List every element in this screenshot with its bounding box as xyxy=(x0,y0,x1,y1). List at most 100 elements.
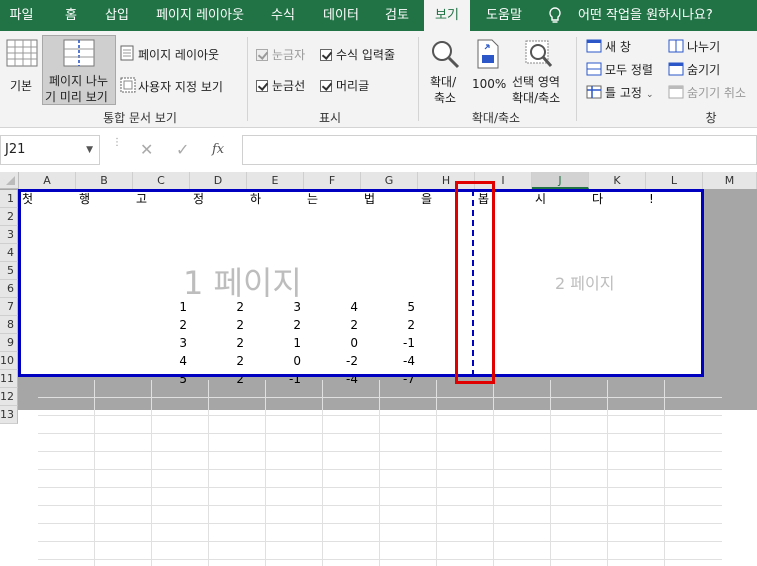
workbook-views-group-label: 통합 문서 보기 xyxy=(103,111,177,125)
group-divider xyxy=(247,37,248,121)
hide-label: 숨기기 xyxy=(687,63,721,77)
row-header-1[interactable]: 1 xyxy=(0,190,18,208)
chevron-down-icon[interactable]: ▼ xyxy=(86,136,93,164)
gridlines-label: 눈금선 xyxy=(272,79,306,93)
zoom-to-selection-label-1: 선택 영역 xyxy=(512,75,560,89)
tab-file[interactable]: 파일 xyxy=(0,0,43,31)
arrange-all-button[interactable]: 모두 정렬 xyxy=(586,61,653,78)
column-header-b[interactable]: B xyxy=(76,172,133,189)
insert-function-icon[interactable]: fx xyxy=(212,140,232,160)
row-header-4[interactable]: 4 xyxy=(0,244,18,262)
page-break-preview-label-1: 페이지 나누 xyxy=(49,74,109,88)
custom-views-button[interactable]: 사용자 지정 보기 xyxy=(120,77,240,95)
row-header-12[interactable]: 12 xyxy=(0,388,18,406)
highlight-box xyxy=(455,181,495,384)
row-header-6[interactable]: 6 xyxy=(0,280,18,298)
row-header-2[interactable]: 2 xyxy=(0,208,18,226)
column-header-m[interactable]: M xyxy=(703,172,757,189)
freeze-panes-button[interactable]: 틀 고정 ⌄ xyxy=(586,84,653,101)
select-all-corner[interactable] xyxy=(0,172,19,189)
zoom-group-label: 확대/축소 xyxy=(471,111,521,125)
zoom-100-button[interactable]: 100% xyxy=(470,37,506,97)
page-break-preview-button[interactable]: 페이지 나누 기 미리 보기 xyxy=(42,35,116,105)
hide-button[interactable]: 숨기기 xyxy=(668,61,720,78)
row-header-7[interactable]: 7 xyxy=(0,298,18,316)
column-header-e[interactable]: E xyxy=(247,172,304,189)
tab-insert[interactable]: 삽입 xyxy=(96,0,138,31)
ribbon: 기본 페이지 나누 기 미리 보기 페이지 레이아웃 사용자 지정 보기 통합 … xyxy=(0,31,757,128)
zoom-100-label: 100% xyxy=(472,77,507,91)
row-header-13[interactable]: 13 xyxy=(0,406,18,424)
freeze-panes-icon xyxy=(586,85,602,99)
column-header-a[interactable]: A xyxy=(19,172,76,189)
tab-help[interactable]: 도움말 xyxy=(476,0,532,31)
gridlines-checkbox[interactable]: 눈금선 xyxy=(256,77,305,94)
page-layout-view-button[interactable]: 페이지 레이아웃 xyxy=(120,45,230,63)
row-header-9[interactable]: 9 xyxy=(0,334,18,352)
tab-home[interactable]: 홈 xyxy=(50,0,92,31)
new-window-button[interactable]: 새 창 xyxy=(586,38,631,55)
row-header-11[interactable]: 11 xyxy=(0,370,18,388)
unhide-label: 숨기기 취소 xyxy=(687,86,747,100)
row-header-8[interactable]: 8 xyxy=(0,316,18,334)
tab-view[interactable]: 보기 xyxy=(424,0,470,31)
gridlines xyxy=(38,380,722,566)
enter-icon[interactable]: ✓ xyxy=(176,140,192,160)
column-header-c[interactable]: C xyxy=(133,172,190,189)
formula-bar-check-icon xyxy=(320,49,332,61)
column-header-l[interactable]: L xyxy=(646,172,703,189)
tab-page-layout[interactable]: 페이지 레이아웃 xyxy=(148,0,252,31)
lightbulb-icon xyxy=(548,0,562,31)
page-break-preview-label-2: 기 미리 보기 xyxy=(45,90,108,104)
formula-dots-icon: ⋮ xyxy=(112,138,122,160)
ruler-label: 눈금자 xyxy=(272,48,306,62)
group-divider xyxy=(576,37,577,121)
tab-review[interactable]: 검토 xyxy=(376,0,418,31)
row-header-5[interactable]: 5 xyxy=(0,262,18,280)
row-header-3[interactable]: 3 xyxy=(0,226,18,244)
formula-bar-label: 수식 입력줄 xyxy=(336,48,396,62)
headings-checkbox[interactable]: 머리글 xyxy=(320,77,369,94)
headings-label: 머리글 xyxy=(336,79,370,93)
arrange-all-label: 모두 정렬 xyxy=(605,63,653,77)
cancel-icon[interactable]: ✕ xyxy=(140,140,156,160)
new-window-label: 새 창 xyxy=(605,40,631,54)
zoom-label-2: 축소 xyxy=(434,91,457,105)
split-icon xyxy=(668,39,684,53)
hide-icon xyxy=(668,62,684,76)
group-divider xyxy=(418,37,419,121)
gridlines-check-icon xyxy=(256,80,268,92)
column-header-g[interactable]: G xyxy=(361,172,418,189)
chevron-down-icon: ⌄ xyxy=(645,90,654,100)
column-header-k[interactable]: K xyxy=(589,172,646,189)
tab-data[interactable]: 데이터 xyxy=(314,0,368,31)
tell-me-search[interactable]: 어떤 작업을 원하시나요? xyxy=(578,0,718,31)
magnifier-icon xyxy=(432,41,460,69)
page-layout-icon xyxy=(120,45,134,61)
name-box-value: J21 xyxy=(5,142,26,157)
unhide-button[interactable]: 숨기기 취소 xyxy=(668,84,746,101)
zoom-to-selection-label-2: 확대/축소 xyxy=(512,91,561,105)
name-box[interactable]: J21 ▼ xyxy=(0,135,100,165)
split-label: 나누기 xyxy=(687,40,721,54)
row-header-10[interactable]: 10 xyxy=(0,352,18,370)
custom-views-label: 사용자 지정 보기 xyxy=(138,80,223,94)
zoom-button[interactable]: 확대/ 축소 xyxy=(424,37,468,105)
zoom-100-icon xyxy=(477,39,499,69)
zoom-to-selection-button[interactable]: 선택 영역 확대/축소 xyxy=(508,37,570,105)
show-group-label: 표시 xyxy=(318,111,342,125)
column-header-f[interactable]: F xyxy=(304,172,361,189)
column-header-d[interactable]: D xyxy=(190,172,247,189)
zoom-to-selection-icon xyxy=(525,40,553,67)
normal-view-label: 기본 xyxy=(10,79,33,93)
page-break-preview-icon xyxy=(63,39,95,67)
tab-formulas[interactable]: 수식 xyxy=(262,0,304,31)
formula-input[interactable] xyxy=(242,135,757,165)
zoom-label-1: 확대/ xyxy=(430,75,457,89)
column-header-j[interactable]: J xyxy=(532,172,589,189)
formula-bar-checkbox[interactable]: 수식 입력줄 xyxy=(320,46,395,63)
split-button[interactable]: 나누기 xyxy=(668,38,720,55)
custom-views-icon xyxy=(120,77,136,93)
normal-view-button[interactable]: 기본 xyxy=(4,37,40,97)
ruler-checkbox[interactable]: 눈금자 xyxy=(256,46,305,63)
